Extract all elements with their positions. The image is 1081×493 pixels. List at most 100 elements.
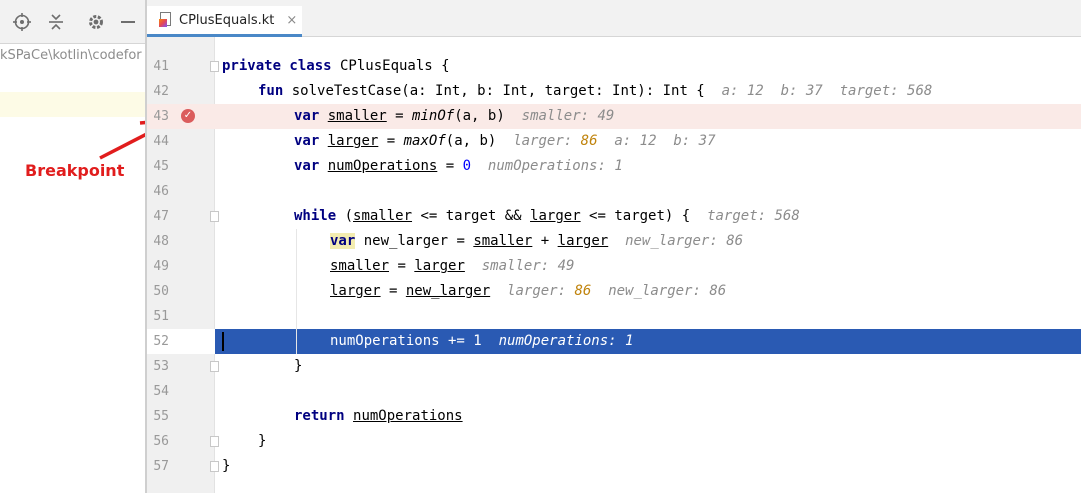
variable: smaller (330, 258, 390, 274)
code-text: fun solveTestCase(a: Int, b: Int, target… (258, 79, 932, 104)
tab-cplusequals[interactable]: CPlusEquals.kt × (147, 6, 302, 37)
function-call: maxOf (403, 133, 446, 149)
variable: larger (557, 233, 609, 249)
fold-marker[interactable] (210, 436, 219, 447)
keyword: return (294, 408, 345, 424)
code-text: var larger = maxOf(a, b) larger: 86 a: 1… (294, 129, 716, 154)
line-number: 47 (153, 209, 169, 224)
code-fragment: CPlusEquals { (331, 58, 450, 74)
line-number: 55 (153, 409, 169, 424)
code-text: numOperations += 1 numOperations: 1 (330, 329, 633, 354)
code-editor[interactable]: 40 41 private class CPlusEquals { 42 fun… (147, 37, 1081, 493)
code-line: 40 (147, 37, 1081, 45)
fold-marker[interactable] (210, 211, 219, 222)
variable: smaller (473, 233, 533, 249)
code-text: private class CPlusEquals { (222, 54, 450, 79)
number-literal: 0 (462, 158, 472, 174)
line-number: 54 (153, 384, 169, 399)
code-line: 53 } (147, 354, 1081, 379)
fold-marker[interactable] (210, 461, 219, 472)
code-line: 55 return numOperations (147, 404, 1081, 429)
keyword: fun (258, 83, 284, 99)
code-fragment: += (439, 333, 474, 349)
code-line: 42 fun solveTestCase(a: Int, b: Int, tar… (147, 79, 1081, 104)
code-text: while (smaller <= target && larger <= ta… (294, 204, 800, 229)
indent-guide (296, 229, 297, 354)
variable: new_larger (405, 283, 491, 299)
line-number: 57 (153, 459, 169, 474)
line-number: 52 (153, 334, 169, 349)
project-toolbar (0, 0, 145, 44)
inline-value-number: 1 (625, 333, 634, 349)
code-text: var numOperations = 0 numOperations: 1 (294, 154, 623, 179)
line-number: 56 (153, 434, 169, 449)
code-fragment: = (448, 233, 474, 249)
kotlin-file-icon (159, 12, 173, 28)
code-fragment: = (389, 258, 415, 274)
variable: numOperations (327, 158, 438, 174)
line-number: 42 (153, 84, 169, 99)
code-line: 47 while (smaller <= target && larger <=… (147, 204, 1081, 229)
code-text: } (222, 458, 231, 474)
line-number: 46 (153, 184, 169, 199)
code-text: var new_larger = smaller + larger new_la… (330, 229, 743, 254)
breakpoint-annotation: Breakpoint (25, 161, 125, 180)
code-line: 46 (147, 179, 1081, 204)
text-caret (222, 332, 224, 351)
editor-tabbar: CPlusEquals.kt × (147, 0, 1081, 37)
collapse-icon[interactable] (46, 12, 66, 32)
code-text: } (294, 358, 303, 374)
line-number: 40 (147, 37, 169, 45)
code-fragment: + (532, 233, 558, 249)
code-line: 44 var larger = maxOf(a, b) larger: 86 a… (147, 129, 1081, 154)
line-number: 41 (153, 59, 169, 74)
code-line: 41 private class CPlusEquals { (147, 54, 1081, 79)
breakpoint-icon[interactable]: ✓ (181, 109, 195, 123)
line-number: 53 (153, 359, 169, 374)
keyword: var (330, 233, 356, 249)
variable: larger (414, 258, 465, 274)
code-line: 51 (147, 304, 1081, 329)
inline-value-hint: numOperations: (498, 333, 617, 349)
variable: numOperations (353, 408, 463, 424)
code-line: 49 smaller = larger smaller: 49 (147, 254, 1081, 279)
breakpoint-line: 43 ✓ var smaller = minOf(a, b) smaller: … (147, 104, 1081, 129)
fold-marker[interactable] (210, 61, 219, 72)
inline-value-hint: new_larger: 86 (608, 283, 727, 299)
keyword: private class (222, 58, 332, 74)
line-number: 50 (153, 284, 169, 299)
keyword: var (294, 108, 320, 124)
gear-icon[interactable] (86, 12, 106, 32)
code-fragment: solveTestCase(a: Int, b: Int, target: In… (283, 83, 705, 99)
variable: smaller (353, 208, 413, 224)
line-number: 45 (153, 159, 169, 174)
inline-value-number: 86 (574, 283, 592, 299)
close-icon[interactable]: × (286, 13, 297, 28)
code-text: smaller = larger smaller: 49 (330, 254, 574, 279)
crosshair-icon[interactable] (12, 12, 32, 32)
code-fragment: = (437, 158, 463, 174)
line-number: 44 (153, 134, 169, 149)
code-text: } (258, 433, 267, 449)
line-number: 43 (153, 109, 169, 124)
project-panel: kSPaCe\kotlin\codefor Breakpoint (0, 0, 176, 493)
fold-marker[interactable] (210, 361, 219, 372)
code-line: 56 } (147, 429, 1081, 454)
keyword: while (294, 208, 337, 224)
inline-value-number: 86 (580, 133, 598, 149)
number-literal: 1 (473, 333, 482, 349)
variable: larger (330, 283, 381, 299)
keyword: var (294, 158, 320, 174)
line-number: 51 (153, 309, 169, 324)
execution-point-line: 52 numOperations += 1 numOperations: 1 (147, 329, 1081, 354)
inline-value-hint: a: 12 b: 37 target: 568 (721, 83, 933, 99)
variable: larger (327, 133, 379, 149)
tab-label: CPlusEquals.kt (179, 12, 275, 28)
code-text: return numOperations (294, 404, 463, 429)
code-fragment: (a, b) (445, 133, 497, 149)
inline-value-hint: smaller: 49 (521, 108, 615, 124)
inline-value-hint: new_larger: 86 (625, 233, 744, 249)
minimize-icon[interactable] (118, 12, 138, 32)
inline-value-hint: larger: (513, 133, 573, 149)
code-line: 45 var numOperations = 0 numOperations: … (147, 154, 1081, 179)
